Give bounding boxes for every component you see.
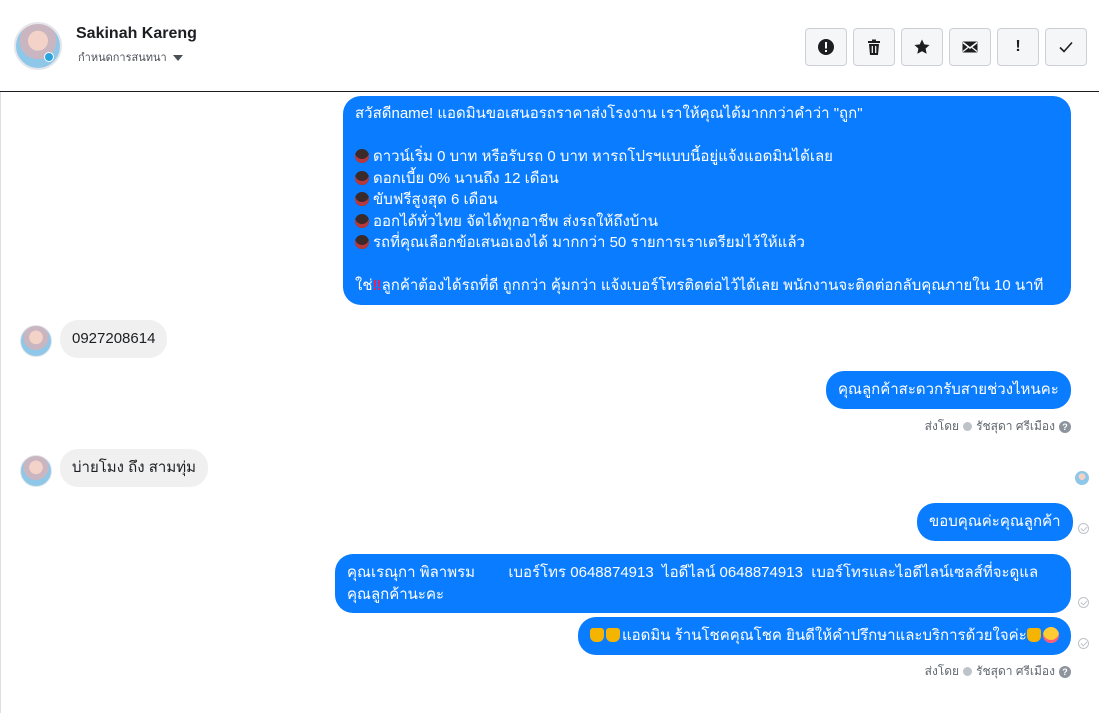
promo-blank — [355, 125, 1059, 147]
smiling-face-icon — [1042, 627, 1059, 643]
caret-down-icon — [172, 55, 183, 61]
delivered-check-icon — [1078, 523, 1089, 534]
star-icon — [914, 39, 930, 54]
promo-bullet: รถที่คุณเลือกข้อเสนอเองได้ มากกว่า 50 รา… — [355, 232, 1059, 254]
contact-avatar-small[interactable] — [20, 455, 52, 487]
promo-bullet: ขับฟรีสูงสุด 6 เดือน — [355, 189, 1059, 211]
important-button[interactable]: ! — [997, 28, 1039, 66]
help-icon[interactable]: ? — [1059, 665, 1071, 678]
agent-avatar-icon — [963, 667, 973, 676]
alert-circle-icon — [818, 39, 834, 55]
read-receipt-avatar — [1075, 471, 1089, 485]
promo-bullet: ออกได้ทั่วไทย จัดได้ทุกอาชีพ ส่งรถให้ถึง… — [355, 211, 1059, 233]
sent-by-info: ส่งโดย รัชสุดา ศรีเมือง ? — [925, 417, 1071, 436]
help-icon[interactable]: ? — [1059, 420, 1071, 433]
contact-avatar-small[interactable] — [20, 325, 52, 357]
outgoing-message-thanks[interactable]: ขอบคุณค่ะคุณลูกค้า — [917, 503, 1073, 541]
delete-button[interactable] — [853, 28, 895, 66]
delivered-check-icon — [1078, 638, 1089, 649]
car-emoji-icon — [355, 235, 369, 249]
car-emoji-icon — [355, 149, 369, 163]
incoming-message-phone[interactable]: 0927208614 — [60, 320, 168, 358]
outgoing-message-agent-info[interactable]: คุณเรณุกา พิลาพรม เบอร์โทร 0648874913 ไอ… — [335, 554, 1071, 613]
sent-by-label: ส่งโดย — [924, 419, 960, 433]
agent-avatar-icon — [963, 422, 973, 431]
messenger-badge-icon — [44, 52, 54, 62]
praying-hands-icon — [590, 628, 604, 642]
contact-avatar[interactable] — [14, 22, 62, 70]
praying-hands-icon — [606, 628, 620, 642]
delivered-check-icon — [1078, 597, 1089, 608]
car-emoji-icon — [355, 170, 369, 185]
checkmark-icon — [1059, 41, 1073, 53]
sent-by-name[interactable]: รัชสุดา ศรีเมือง — [976, 417, 1055, 436]
mark-unread-button[interactable] — [949, 28, 991, 66]
action-toolbar: ! — [805, 28, 1087, 66]
assign-label: กำหนดการสนทนา — [78, 52, 167, 64]
car-emoji-icon — [355, 192, 369, 206]
envelope-icon — [962, 41, 978, 53]
outgoing-message-promo[interactable]: สวัสดีname! แอดมินขอเสนอรถราคาส่งโรงงาน … — [343, 96, 1071, 305]
promo-bullet: ดาวน์เริ่ม 0 บาท หรือรับรถ 0 บาท หารถโปร… — [355, 146, 1059, 168]
report-button[interactable] — [805, 28, 847, 66]
contact-name[interactable]: Sakinah Kareng — [76, 25, 197, 43]
star-button[interactable] — [901, 28, 943, 66]
conversation-header: Sakinah Kareng กำหนดการสนทนา ! — [0, 0, 1099, 92]
promo-greeting: สวัสดีname! แอดมินขอเสนอรถราคาส่งโรงงาน … — [355, 105, 863, 122]
sent-by-label: ส่งโดย — [924, 664, 960, 678]
assign-conversation-dropdown[interactable]: กำหนดการสนทนา — [78, 48, 183, 66]
trash-icon — [868, 39, 880, 55]
outgoing-message-ask-time[interactable]: คุณลูกค้าสะดวกรับสายช่วงไหนคะ — [826, 371, 1071, 409]
outgoing-message-closing[interactable]: แอดมิน ร้านโชคคุณโชค ยินดีให้คำปรึกษาและ… — [578, 617, 1071, 655]
car-emoji-icon — [355, 213, 369, 228]
promo-closing: ใช่‼ลูกค้าต้องได้รถที่ดี ถูกกว่า คุ้มกว่… — [355, 277, 1044, 294]
praying-hands-icon — [1026, 628, 1041, 642]
exclamation-icon: ! — [1015, 38, 1021, 55]
promo-bullet: ดอกเบี้ย 0% นานถึง 12 เดือน — [355, 168, 1059, 190]
promo-blank — [355, 254, 1059, 276]
done-button[interactable] — [1045, 28, 1087, 66]
sent-by-name[interactable]: รัชสุดา ศรีเมือง — [976, 662, 1055, 681]
incoming-message-time[interactable]: บ่ายโมง ถึง สามทุ่ม — [60, 449, 208, 487]
double-exclamation-icon: ‼ — [372, 277, 382, 294]
sent-by-info: ส่งโดย รัชสุดา ศรีเมือง ? — [925, 662, 1071, 681]
